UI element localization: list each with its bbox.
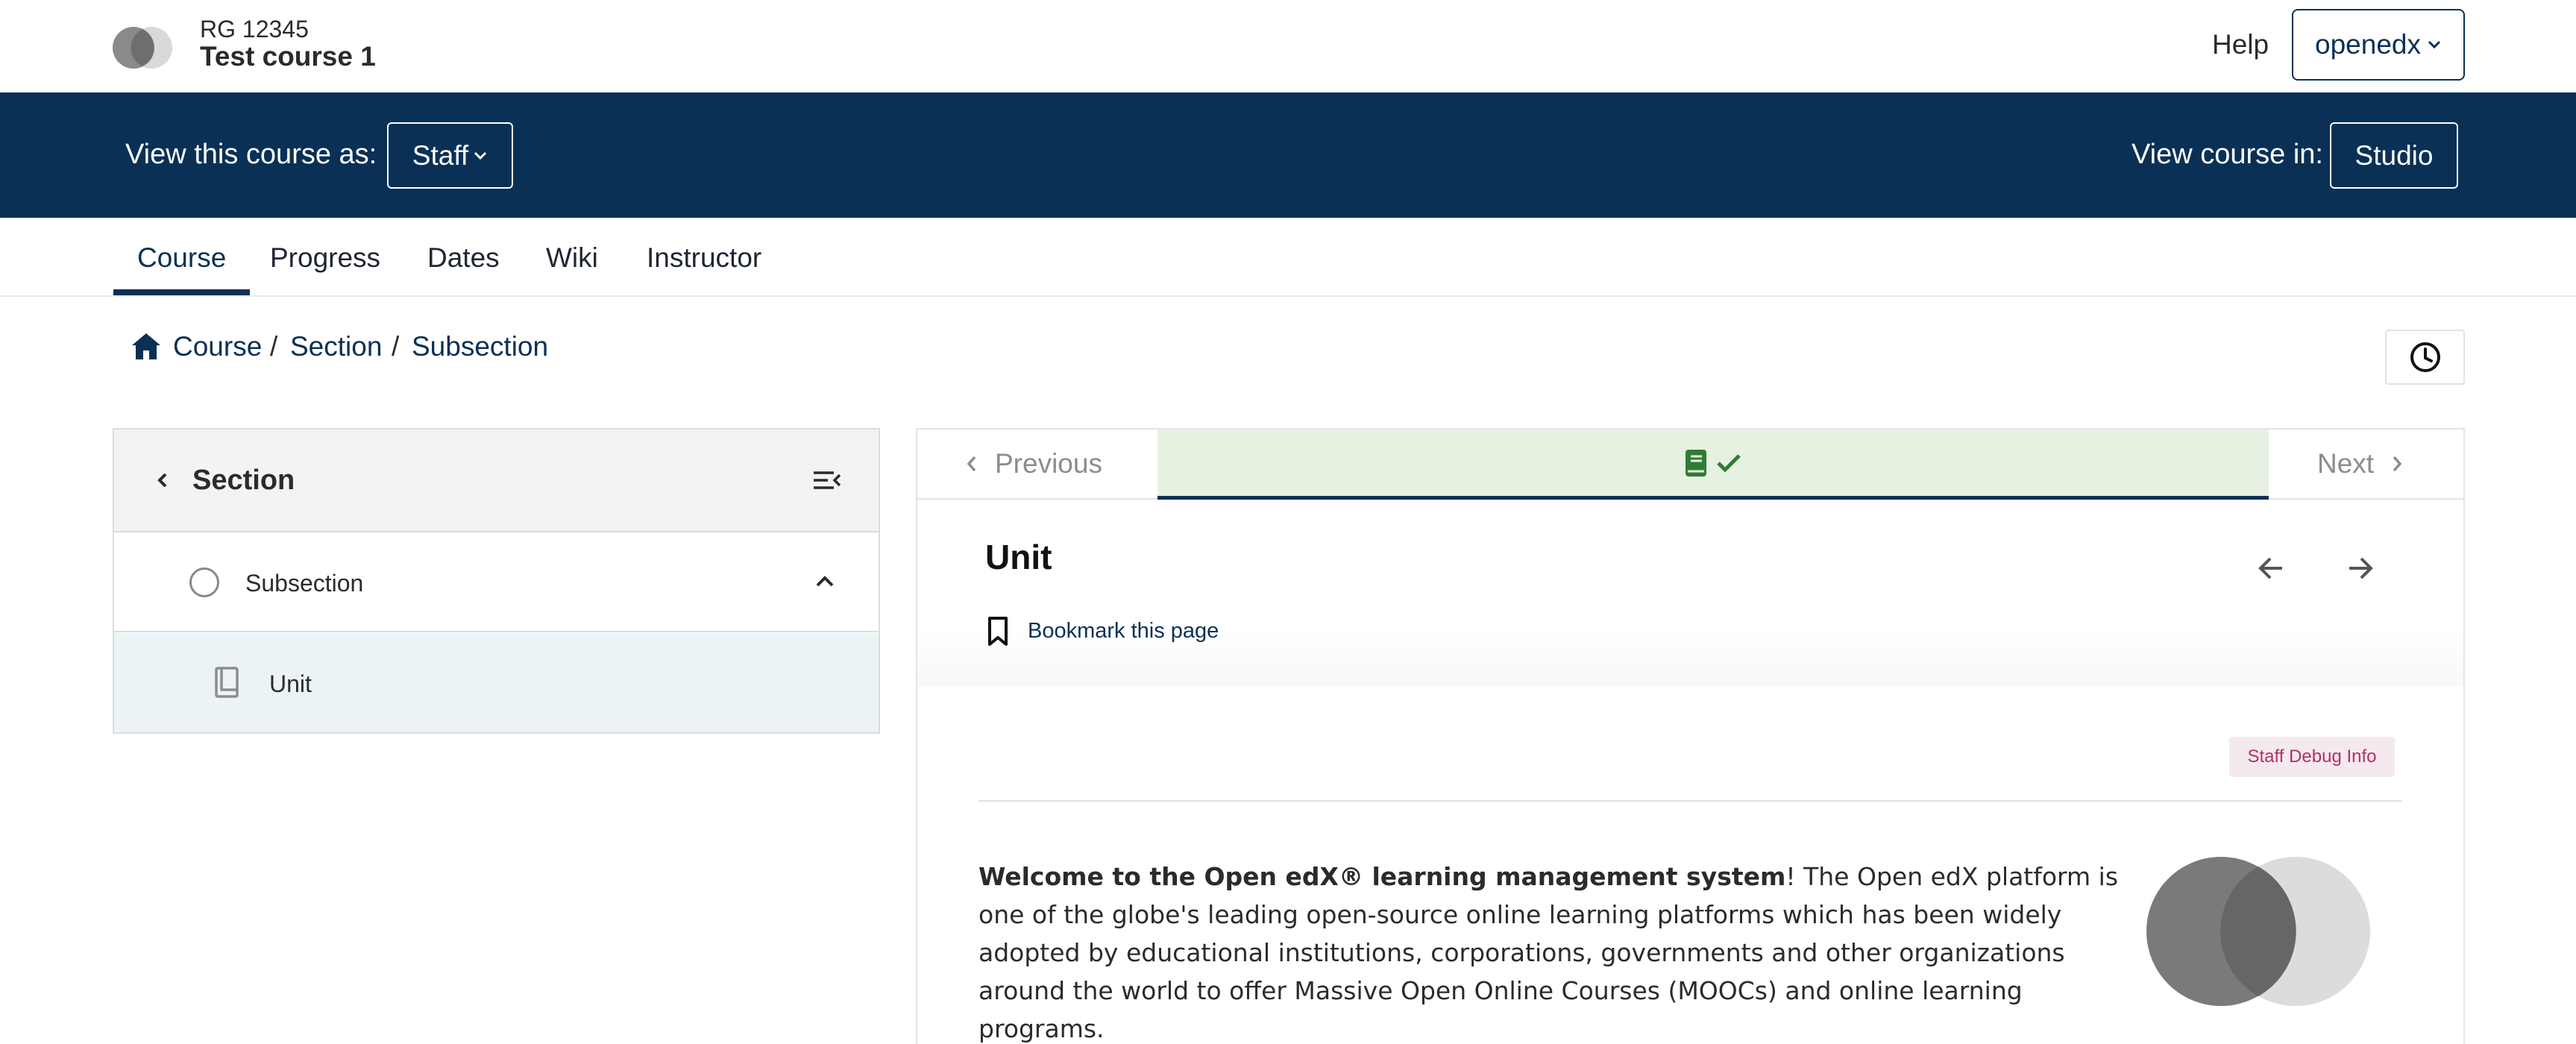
welcome-bold: Welcome to the Open edX® learning manage…: [978, 862, 1786, 891]
tab-progress[interactable]: Progress: [246, 237, 404, 295]
view-in-label: View course in:: [2132, 139, 2323, 170]
book-icon: [1686, 449, 1706, 477]
sidebar-close-icon[interactable]: [811, 467, 843, 494]
previous-button[interactable]: Previous: [965, 447, 1102, 481]
circle-icon: [189, 567, 219, 597]
chevron-left-icon[interactable]: [154, 467, 172, 494]
arrow-left-icon[interactable]: [2255, 552, 2288, 585]
sidebar-subsection-label[interactable]: Subsection: [245, 568, 363, 598]
staff-debug-button[interactable]: Staff Debug Info: [2229, 737, 2395, 777]
view-as-dropdown[interactable]: Staff: [387, 122, 513, 189]
previous-label: Previous: [995, 448, 1102, 479]
sidebar-unit-label[interactable]: Unit: [269, 669, 312, 699]
venn-image: [2146, 857, 2370, 1006]
breadcrumb-separator: /: [392, 331, 400, 362]
chevron-right-icon: [2393, 456, 2402, 472]
tab-instructor[interactable]: Instructor: [623, 237, 785, 295]
chevron-left-icon: [967, 456, 976, 472]
clock-button[interactable]: [2385, 330, 2465, 385]
help-link[interactable]: Help: [2212, 27, 2269, 63]
chevron-down-icon: [474, 151, 487, 160]
breadcrumb-section[interactable]: Section: [290, 330, 382, 364]
unit-header: [917, 501, 2463, 686]
logo-icon[interactable]: [113, 26, 177, 69]
home-icon[interactable]: [130, 331, 163, 361]
user-menu-button[interactable]: openedx: [2292, 9, 2465, 81]
breadcrumb-subsection[interactable]: Subsection: [412, 330, 548, 364]
bookmark-icon[interactable]: [986, 616, 1010, 647]
view-as-label: View this course as:: [125, 139, 377, 170]
breadcrumb-course[interactable]: Course: [173, 330, 262, 364]
chevron-down-icon: [2428, 40, 2441, 49]
breadcrumb-separator: /: [270, 331, 278, 362]
tab-wiki[interactable]: Wiki: [522, 237, 622, 295]
course-title: Test course 1: [200, 41, 376, 72]
sequence-unit-tab[interactable]: [1157, 430, 2269, 500]
content-divider: [978, 800, 2401, 802]
next-label: Next: [2317, 448, 2375, 479]
tab-course[interactable]: Course: [113, 237, 251, 295]
course-org: RG 12345: [200, 16, 309, 43]
clock-icon: [2410, 342, 2440, 372]
welcome-paragraph: Welcome to the Open edX® learning manage…: [978, 858, 2151, 1044]
studio-button[interactable]: Studio: [2330, 122, 2458, 189]
chevron-up-icon[interactable]: [813, 570, 837, 594]
check-icon: [1717, 453, 1741, 473]
bookmark-label[interactable]: Bookmark this page: [1028, 617, 1219, 645]
tab-dates[interactable]: Dates: [403, 237, 524, 295]
unit-title: Unit: [985, 538, 1052, 576]
arrow-right-icon[interactable]: [2343, 552, 2376, 585]
tabs-divider: [0, 295, 2576, 297]
user-menu-label: openedx: [2315, 29, 2421, 60]
book-icon: [215, 667, 239, 698]
next-button[interactable]: Next: [2317, 447, 2404, 481]
sidebar-title[interactable]: Section: [192, 463, 295, 497]
view-as-value: Staff: [412, 139, 469, 171]
sidebar-subsection-row[interactable]: [113, 532, 880, 632]
